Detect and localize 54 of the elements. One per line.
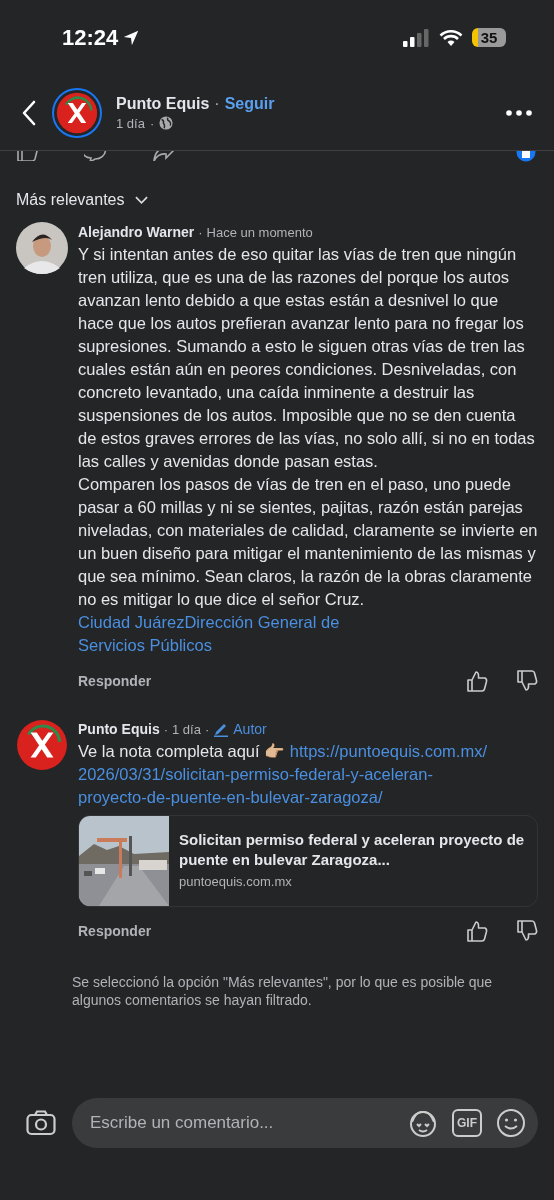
- share-icon: [152, 151, 176, 161]
- separator: ·: [149, 115, 155, 131]
- link[interactable]: https://puntoequis.com.mx/: [289, 742, 487, 760]
- link[interactable]: Servicios Públicos: [78, 636, 212, 654]
- avatar-sticker-icon: [408, 1108, 438, 1138]
- link[interactable]: proyecto-de-puente-en-bulevar-zaragoza/: [78, 788, 383, 806]
- page-name[interactable]: Punto Equis: [116, 94, 210, 113]
- reply-link[interactable]: Responder: [78, 923, 152, 939]
- logo-icon: [56, 91, 98, 134]
- thumbs-up-icon: [466, 920, 488, 942]
- comment-text: Y si intentan antes de eso quitar las vías de tren que ningún tren utiliza, que es una de las razones del porque los autos avanzan lento debido a que estas están a desnivel lo que hace que los autos prefieran avanzar lento para no fregar los supresiones. Sumando a esto le siguen otras vías de tren las cuales están aún en peores condiciones. Desniveladas, con concreto levantado, una caída inminente a destruir las suspensiones de los autos. Imposible que no se den cuenta de estos graves errores de las vías, no solo allí, si no en todas las calles y avenidas donde pasan estas. Comparen los pasos de vías de tren en el paso, uno puede pasar a 60 millas y ni se sientes, pajitas, razón están parejas niveladas, con materiales de calidad, claramente se invierte en un buen diseño para mitigar el mantenimiento de las mismas y que sea mínimo. Sean claros, la razón de la obras claramente no es mitigar lo que dice el señor Cruz. Ciudad JuárezDirección General de Servicios Públicos: [78, 244, 538, 656]
- clock: 12:24: [62, 24, 119, 51]
- comment-time: 1 día: [172, 721, 201, 737]
- chevron-down-icon: [134, 196, 148, 204]
- battery-indicator: 35: [472, 28, 506, 47]
- reaction-icon: [516, 151, 536, 162]
- pencil-icon: [213, 721, 230, 737]
- page-avatar[interactable]: [52, 87, 102, 138]
- link[interactable]: 2026/03/31/solicitan-permiso-federal-y-aceleran-: [78, 765, 433, 783]
- thumbs-down-icon: [516, 670, 538, 692]
- signal-icon: [402, 28, 430, 47]
- author-label: Autor: [233, 721, 267, 737]
- separator: ·: [198, 224, 203, 240]
- link[interactable]: Ciudad JuárezDirección General de: [78, 613, 340, 631]
- separator: ·: [214, 94, 220, 113]
- logo-icon: [16, 719, 68, 771]
- like-icon: [16, 151, 40, 161]
- location-arrow-icon: [122, 28, 141, 47]
- preview-domain: puntoequis.com.mx: [179, 874, 293, 889]
- reply-link[interactable]: Responder: [78, 673, 152, 689]
- filter-notice: Se seleccionó la opción "Más relevantes", por lo que es posible que algunos comentarios se hayan filtrado.: [71, 973, 494, 1009]
- separator: ·: [163, 721, 168, 737]
- preview-title: Solicitan permiso federal y aceleran proyecto de puente en bulevar Zaragoza...: [179, 830, 526, 870]
- sort-dropdown[interactable]: Más relevantes: [0, 165, 164, 212]
- post-time: 1 día: [116, 115, 145, 131]
- thumbs-up-icon: [466, 670, 488, 692]
- avatar: [16, 222, 68, 274]
- emoji-icon: [496, 1108, 526, 1138]
- follow-link[interactable]: Seguir: [224, 94, 275, 113]
- camera-icon: [26, 1110, 56, 1136]
- comment-text: Ve la nota completa aquí 👉🏼 https://puntoequis.com.mx/ 2026/03/31/solicitan-permiso-federal-y-aceleran- proyecto-de-puente-en-bulevar-zaragoza/: [78, 741, 488, 808]
- separator: ·: [204, 721, 210, 737]
- more-icon: [506, 109, 532, 116]
- link-preview-card[interactable]: Solicitan permiso federal y aceleran proyecto de puente en bulevar Zaragoza... puntoequis.com.mx: [78, 815, 538, 907]
- author-name[interactable]: Alejandro Warner: [78, 224, 195, 240]
- author-name[interactable]: Punto Equis: [78, 721, 160, 737]
- thumbs-down-icon: [516, 920, 538, 942]
- comment-field[interactable]: Escribe un comentario... GIF: [72, 1098, 538, 1148]
- back-icon: [22, 99, 36, 126]
- comment-icon: [84, 151, 108, 161]
- wifi-icon: [438, 28, 464, 47]
- globe-icon: [159, 116, 174, 130]
- gif-button[interactable]: GIF: [452, 1109, 482, 1137]
- comment-time: Hace un momento: [206, 224, 313, 240]
